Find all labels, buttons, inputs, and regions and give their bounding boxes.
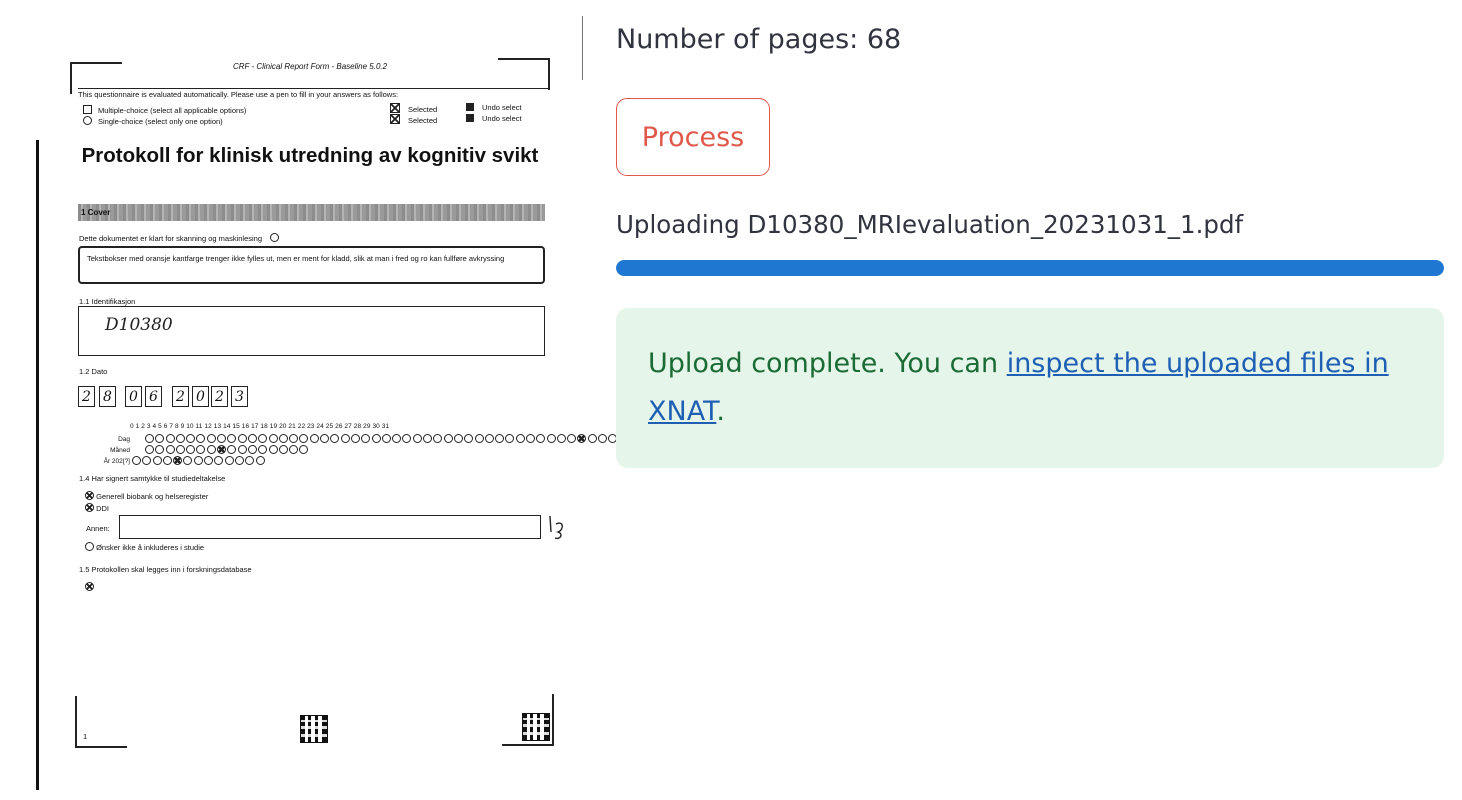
scan-edge <box>36 140 39 790</box>
upload-status-text: Uploading D10380_MRIevaluation_20231031_… <box>616 210 1244 239</box>
row-label-dag: Dag <box>118 436 130 443</box>
option-biobank: Generell biobank og helseregister <box>85 491 208 501</box>
section-header: 1 Cover <box>78 204 545 221</box>
marked-radio-icon <box>85 503 94 512</box>
form-header: CRF - Clinical Report Form - Baseline 5.… <box>232 62 388 71</box>
radio-icon <box>270 233 280 242</box>
date-digit: 3 <box>231 386 248 407</box>
upload-progress-bar <box>616 260 1444 276</box>
row-label-maned: Måned <box>110 447 130 454</box>
day-bubble-row <box>145 434 618 443</box>
legend-multi-choice: Multiple-choice (select all applicable o… <box>83 105 246 115</box>
selected-mark-icon <box>390 103 400 113</box>
page-count-text: Number of pages: 68 <box>616 24 902 55</box>
date-digit: 2 <box>172 386 189 407</box>
selected-mark-icon <box>390 114 400 124</box>
marked-radio-icon <box>85 582 94 591</box>
question-identifikasjon: 1.1 Identifikasjon <box>79 297 136 306</box>
option-ddi: DDI <box>85 503 109 513</box>
radio-icon <box>85 542 94 551</box>
upload-progress-fill <box>616 260 1444 276</box>
pdf-page-preview: CRF - Clinical Report Form - Baseline 5.… <box>0 0 618 800</box>
qr-code-icon <box>300 715 328 743</box>
date-digit: 6 <box>145 386 162 407</box>
handwritten-id: D10380 <box>105 315 173 335</box>
date-digit: 0 <box>125 386 142 407</box>
radio-icon <box>83 116 92 125</box>
legend-undo: Undo select <box>466 114 522 123</box>
row-label-ar: År 202[?] <box>103 458 130 465</box>
form-instructions: This questionnaire is evaluated automati… <box>78 88 548 99</box>
form-title: Protokoll for klinisk utredning av kogni… <box>81 144 539 167</box>
id-field: D10380 <box>78 306 545 356</box>
ready-for-scan-line: Dette dokumentet er klart for skanning o… <box>79 233 280 243</box>
undo-mark-icon <box>466 114 474 122</box>
legend-undo: Undo select <box>466 103 522 112</box>
question-protokoll: 1.5 Protokollen skal legges inn i forskn… <box>79 565 252 574</box>
day-number-scale: 0 1 2 3 4 5 6 7 8 9 10 11 12 13 14 15 16… <box>130 423 390 430</box>
date-digit: 8 <box>99 386 116 407</box>
legend-selected: Selected <box>390 114 437 125</box>
page-number: 1 <box>83 732 88 741</box>
date-digit: 0 <box>192 386 209 407</box>
success-alert: Upload complete. You can inspect the upl… <box>616 308 1444 468</box>
option-annen-label: Annen: <box>86 524 110 533</box>
legend-selected: Selected <box>390 103 437 114</box>
handwritten-mark-icon <box>549 515 563 540</box>
option-protokoll <box>85 582 94 592</box>
qr-code-icon <box>522 713 550 741</box>
info-box: Tekstbokser med oransje kantfarge trenge… <box>78 246 545 284</box>
month-bubble-row <box>145 445 309 454</box>
date-digit: 2 <box>78 386 95 407</box>
checkbox-icon <box>83 105 92 114</box>
marked-radio-icon <box>85 491 94 500</box>
year-bubble-row <box>132 456 265 465</box>
option-onsker-ikke: Ønsker ikke å inkluderes i studie <box>85 542 204 552</box>
question-dato: 1.2 Dato <box>79 367 108 376</box>
annen-field <box>119 515 541 539</box>
question-samtykke: 1.4 Har signert samtykke til studiedelta… <box>79 474 226 483</box>
scan-edge <box>582 16 583 80</box>
undo-mark-icon <box>466 103 474 111</box>
process-button[interactable]: Process <box>616 98 770 176</box>
legend-single-choice: Single-choice (select only one option) <box>83 116 223 126</box>
date-digit: 2 <box>211 386 228 407</box>
